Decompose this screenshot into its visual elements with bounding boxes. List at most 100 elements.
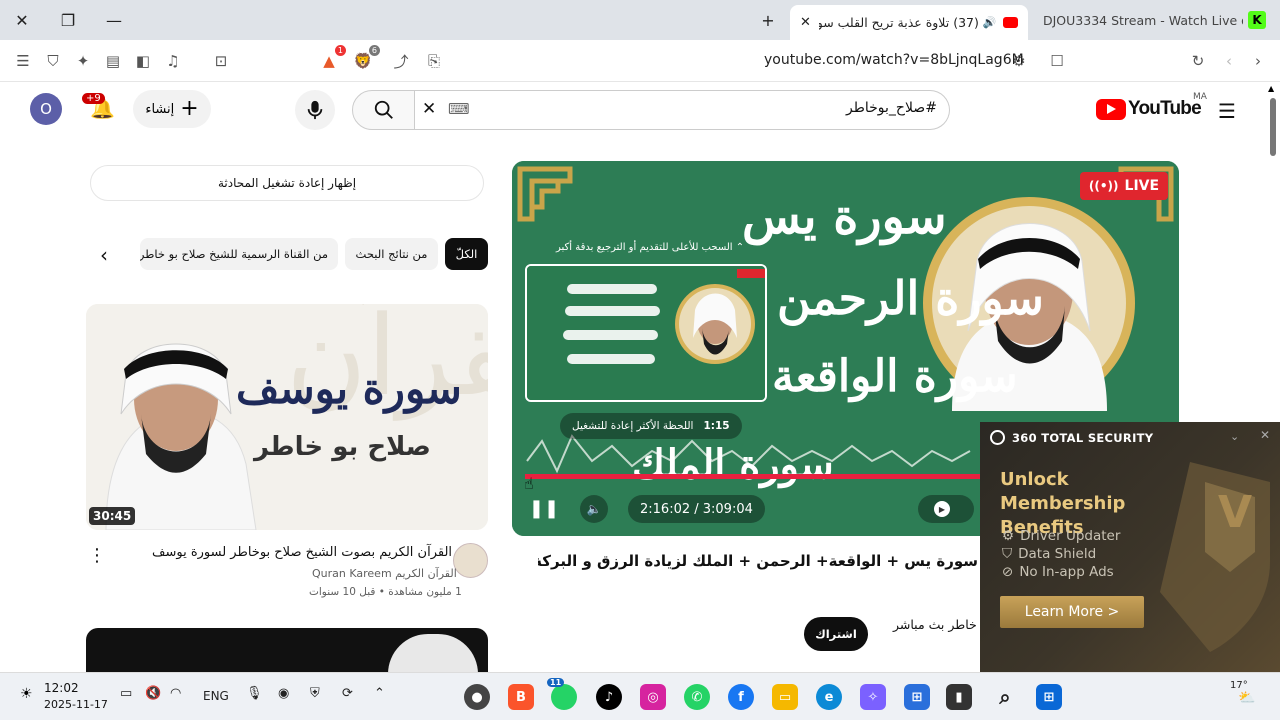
pin-icon[interactable]: ✦ — [72, 50, 94, 72]
weather-icon[interactable]: ⛅ — [1238, 690, 1255, 706]
thumb-title: سورة يوسف — [236, 364, 462, 413]
new-tab-button[interactable]: + — [754, 8, 782, 32]
brave-rewards-icon[interactable]: ▲ 1 — [318, 45, 346, 72]
menu-icon[interactable]: ☰ — [12, 50, 34, 72]
pause-icon[interactable]: ❚❚ — [529, 496, 559, 520]
app-copilot-icon[interactable]: ✧ — [860, 684, 886, 710]
video-channel[interactable]: Quran Kareem القرآن الكريم — [312, 567, 457, 580]
tray-app-icon[interactable]: ◉ — [278, 686, 289, 701]
sheikh-portrait-image: القرآن — [86, 304, 488, 530]
chip-from-search[interactable]: من نتائج البحث — [345, 238, 438, 270]
video-duration: 30:45 — [89, 507, 136, 525]
create-button[interactable]: إنشاء + — [133, 90, 211, 128]
chip-label: من نتائج البحث — [355, 247, 428, 261]
reader-icon[interactable]: ▤ — [102, 50, 124, 72]
app-whatsapp-business-icon[interactable]: 11 — [547, 678, 577, 710]
back-icon[interactable]: ‹ — [1218, 50, 1240, 72]
app-facebook-icon[interactable]: f — [728, 684, 754, 710]
wifi-icon[interactable]: ◠ — [170, 686, 181, 701]
widgets-icon[interactable]: ☀ — [20, 686, 33, 702]
clear-search-icon[interactable]: ✕ — [422, 99, 436, 119]
app-instagram-icon[interactable]: ◎ — [640, 684, 666, 710]
voice-search-button[interactable] — [295, 90, 335, 130]
forward-icon[interactable]: › — [1247, 50, 1269, 72]
notifications-button[interactable]: 🔔 +9 — [82, 93, 116, 122]
progress-bar[interactable] — [525, 474, 986, 479]
show-chat-replay-button[interactable]: إظهار إعادة تشغيل المحادثة — [90, 165, 484, 201]
start-button-icon[interactable]: ⊞ — [1036, 684, 1062, 710]
app-whatsapp-icon[interactable]: ✆ — [684, 684, 710, 710]
audio-icon[interactable]: 🔊 — [983, 16, 997, 29]
app-brave-icon[interactable]: B — [508, 684, 534, 710]
close-tab-icon[interactable]: ✕ — [800, 15, 811, 30]
hamburger-menu-icon[interactable]: ☰ — [1218, 99, 1236, 123]
live-badge[interactable]: ((•)) LIVE — [1080, 172, 1168, 200]
scroll-thumb[interactable] — [1270, 98, 1276, 156]
clock-time[interactable]: 12:02 — [44, 681, 79, 695]
tab-youtube[interactable]: ✕ (37) تلاوة عذبة تريح القلب سورة يس 🔊 — [790, 5, 1028, 40]
most-replayed-time: 1:15 — [703, 420, 730, 432]
learn-more-button[interactable]: Learn More > — [1000, 596, 1144, 628]
app-terminal-icon[interactable]: ▮ — [946, 684, 972, 710]
shield-icon[interactable]: ⛉ — [42, 50, 64, 72]
video-thumbnail-next[interactable] — [86, 628, 488, 678]
title-bar: ✕ ❐ — + ✕ (37) تلاوة عذبة تريح القلب سور… — [0, 0, 1280, 40]
more-actions-icon[interactable]: ⋮ — [88, 545, 106, 566]
bookmark-icon[interactable]: ☐ — [1046, 50, 1068, 72]
brave-shields-icon[interactable]: 🦁 6 — [352, 45, 380, 72]
avatar[interactable]: O — [30, 93, 62, 125]
sync-icon[interactable]: ⟳ — [342, 686, 353, 701]
app-edge-icon[interactable]: e — [816, 684, 842, 710]
scroll-up-icon[interactable]: ▲ — [1268, 84, 1274, 93]
chip-official-channel[interactable]: من القناة الرسمية للشيخ صلاح بو خاطر بث — [140, 238, 338, 270]
battery-icon[interactable]: ▭ — [120, 686, 132, 701]
ad-brand-logo-icon — [990, 430, 1005, 445]
keyboard-icon[interactable]: ⌨ — [448, 100, 470, 118]
mic-tray-icon[interactable]: 🎙 — [246, 686, 263, 701]
volume-icon[interactable]: 🔈 — [580, 495, 608, 523]
video-title[interactable]: القرآن الكريم بصوت الشيخ صلاح بوخاطر لسو… — [152, 545, 452, 560]
video-meta: 1 مليون مشاهدة • قبل 10 سنوات — [309, 586, 462, 598]
surah-mulk-calligraphy: سورة الملك — [632, 441, 834, 488]
app-file-explorer-icon[interactable]: ▭ — [772, 684, 798, 710]
rewards-badge: 1 — [334, 45, 346, 56]
app-obs-icon[interactable]: ● — [464, 684, 490, 710]
app-store-icon[interactable]: ⊞ — [904, 684, 930, 710]
preview-image — [527, 266, 765, 400]
close-window-button[interactable]: ✕ — [8, 8, 36, 32]
security-tray-icon[interactable]: ⛨ — [310, 686, 320, 701]
reload-icon[interactable]: ↻ — [1187, 50, 1209, 72]
sidebar-icon[interactable]: ◧ — [132, 50, 154, 72]
mouse-cursor-icon: ☝ — [524, 474, 534, 493]
share-icon[interactable]: ⤴ — [390, 50, 412, 72]
music-icon[interactable]: ♫ — [162, 50, 184, 72]
search-icon — [374, 100, 393, 119]
youtube-logo[interactable]: YouTube MA — [1096, 92, 1207, 120]
screenshot-icon[interactable]: ⊡ — [210, 50, 232, 72]
whatsapp-badge: 11 — [547, 678, 565, 687]
chips-prev-arrow[interactable]: ‹ — [100, 243, 108, 267]
chip-all[interactable]: الكلّ — [445, 238, 488, 270]
mute-icon[interactable]: 🔇 — [145, 686, 161, 701]
cast-icon[interactable]: ⎘ — [423, 50, 445, 72]
language-indicator[interactable]: ENG — [203, 689, 229, 703]
restore-window-button[interactable]: ❐ — [54, 8, 82, 32]
taskbar-search-icon[interactable]: ⌕ — [992, 684, 1018, 710]
address-bar[interactable]: youtube.com/watch?v=8bLjnqLag6M — [764, 52, 1024, 68]
show-hidden-icons[interactable]: ⌃ — [374, 686, 385, 701]
subscribe-button[interactable]: اشتراك — [804, 617, 868, 651]
ad-minimize-icon[interactable]: ⌄ — [1230, 430, 1239, 443]
search-button[interactable] — [352, 90, 415, 130]
tab-title: DJOU3334 Stream - Watch Live on Kick — [1043, 12, 1243, 28]
chevron-up-icon: ⌃ — [735, 242, 745, 253]
shields-badge: 6 — [368, 45, 380, 56]
video-thumbnail[interactable]: القرآن سورة يوسف صلاح بو خاطر — [86, 304, 488, 530]
page-scrollbar[interactable]: ▲ — [1268, 84, 1278, 670]
most-replayed-label: اللحظة الأكثر إعادة للتشغيل — [572, 420, 694, 432]
clock-date[interactable]: 2025-11-17 — [44, 698, 108, 711]
app-tiktok-icon[interactable]: ♪ — [596, 684, 622, 710]
autoplay-toggle[interactable]: ▶ — [918, 495, 974, 523]
minimize-window-button[interactable]: — — [100, 8, 128, 32]
tab-kick[interactable]: DJOU3334 Stream - Watch Live on Kick — [1033, 5, 1243, 35]
channel-avatar[interactable] — [453, 543, 488, 578]
